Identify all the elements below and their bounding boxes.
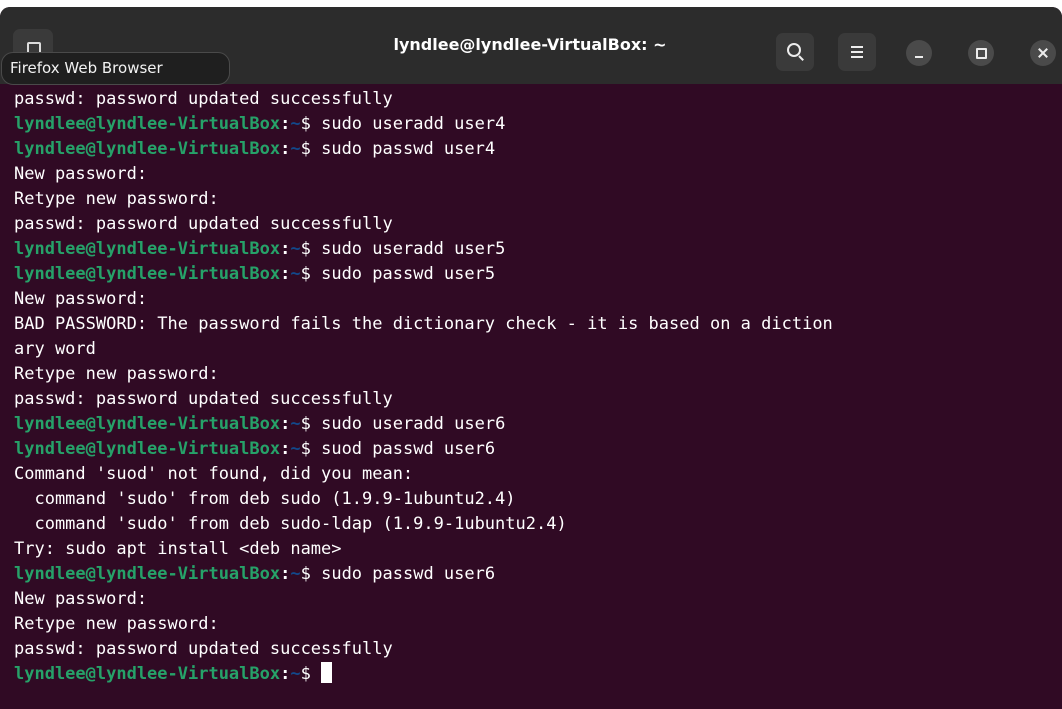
prompt-path: ~ [290, 139, 301, 159]
command-text: sudo useradd user5 [321, 239, 506, 259]
prompt-user: lyndlee@lyndlee-VirtualBox [14, 264, 281, 284]
prompt-dollar: $ [300, 264, 322, 284]
search-button[interactable] [776, 33, 814, 71]
output-line: passwd: password updated successfully [14, 89, 393, 109]
prompt-separator: : [280, 239, 291, 259]
prompt-dollar: $ [300, 414, 322, 434]
output-line: Command 'suod' not found, did you mean: [14, 464, 414, 484]
firefox-tooltip: Firefox Web Browser [1, 52, 230, 85]
prompt-dollar: $ [300, 564, 322, 584]
prompt-path: ~ [290, 239, 301, 259]
prompt-separator: : [280, 664, 291, 684]
prompt-line: lyndlee@lyndlee-VirtualBox:~$ sudo usera… [14, 112, 1062, 137]
output-line: passwd: password updated successfully [14, 389, 393, 409]
prompt-dollar: $ [300, 114, 322, 134]
output-line: New password: [14, 164, 148, 184]
prompt-line: lyndlee@lyndlee-VirtualBox:~$ sudo passw… [14, 562, 1062, 587]
prompt-user: lyndlee@lyndlee-VirtualBox [14, 564, 281, 584]
minimize-icon [915, 56, 923, 58]
prompt-user: lyndlee@lyndlee-VirtualBox [14, 114, 281, 134]
prompt-line: lyndlee@lyndlee-VirtualBox:~$ sudo passw… [14, 137, 1062, 162]
minimize-button[interactable] [906, 40, 932, 66]
prompt-path: ~ [290, 439, 301, 459]
prompt-line: lyndlee@lyndlee-VirtualBox:~$ sudo usera… [14, 412, 1062, 437]
prompt-separator: : [280, 114, 291, 134]
output-line: Retype new password: [14, 614, 219, 634]
prompt-separator: : [280, 139, 291, 159]
prompt-separator: : [280, 564, 291, 584]
maximize-icon [976, 48, 987, 59]
prompt-separator: : [280, 264, 291, 284]
command-text: sudo useradd user4 [321, 114, 506, 134]
prompt-line: lyndlee@lyndlee-VirtualBox:~$ sudo passw… [14, 262, 1062, 287]
prompt-user: lyndlee@lyndlee-VirtualBox [14, 139, 281, 159]
output-line: passwd: password updated successfully [14, 214, 393, 234]
output-line: New password: [14, 289, 148, 309]
terminal-output[interactable]: passwd: password updated successfully lyn… [14, 87, 1062, 687]
prompt-user: lyndlee@lyndlee-VirtualBox [14, 439, 281, 459]
prompt-separator: : [280, 414, 291, 434]
prompt-user: lyndlee@lyndlee-VirtualBox [14, 239, 281, 259]
output-line: ary word [14, 339, 96, 359]
prompt-path: ~ [290, 564, 301, 584]
terminal-window: lyndlee@lyndlee-VirtualBox: ~ passwd: pa… [0, 7, 1062, 709]
output-line: passwd: password updated successfully [14, 639, 393, 659]
prompt-dollar: $ [300, 664, 322, 684]
maximize-button[interactable] [968, 40, 994, 66]
prompt-line: lyndlee@lyndlee-VirtualBox:~$ sudo usera… [14, 237, 1062, 262]
output-line: command 'sudo' from deb sudo-ldap (1.9.9… [14, 514, 567, 534]
text-cursor [321, 662, 333, 683]
output-line: Retype new password: [14, 189, 219, 209]
output-line: Retype new password: [14, 364, 219, 384]
prompt-path: ~ [290, 414, 301, 434]
prompt-separator: : [280, 439, 291, 459]
command-text: sudo passwd user4 [321, 139, 496, 159]
command-text: sudo passwd user6 [321, 564, 496, 584]
output-line: BAD PASSWORD: The password fails the dic… [14, 314, 833, 334]
prompt-dollar: $ [300, 439, 322, 459]
menu-button[interactable] [838, 33, 876, 71]
prompt-dollar: $ [300, 239, 322, 259]
command-text: sudo passwd user5 [321, 264, 496, 284]
prompt-user: lyndlee@lyndlee-VirtualBox [14, 414, 281, 434]
window-title: lyndlee@lyndlee-VirtualBox: ~ [393, 35, 667, 54]
prompt-path: ~ [290, 114, 301, 134]
output-line: command 'sudo' from deb sudo (1.9.9-1ubu… [14, 489, 516, 509]
close-button[interactable] [1030, 40, 1056, 66]
prompt-user: lyndlee@lyndlee-VirtualBox [14, 664, 281, 684]
command-text: sudo useradd user6 [321, 414, 506, 434]
prompt-path: ~ [290, 264, 301, 284]
prompt-dollar: $ [300, 139, 322, 159]
prompt-line: lyndlee@lyndlee-VirtualBox:~$ suod passw… [14, 437, 1062, 462]
output-line: Try: sudo apt install <deb name> [14, 539, 342, 559]
command-text: suod passwd user6 [321, 439, 496, 459]
prompt-path: ~ [290, 664, 301, 684]
prompt-line: lyndlee@lyndlee-VirtualBox:~$ [14, 662, 1062, 687]
output-line: New password: [14, 589, 148, 609]
